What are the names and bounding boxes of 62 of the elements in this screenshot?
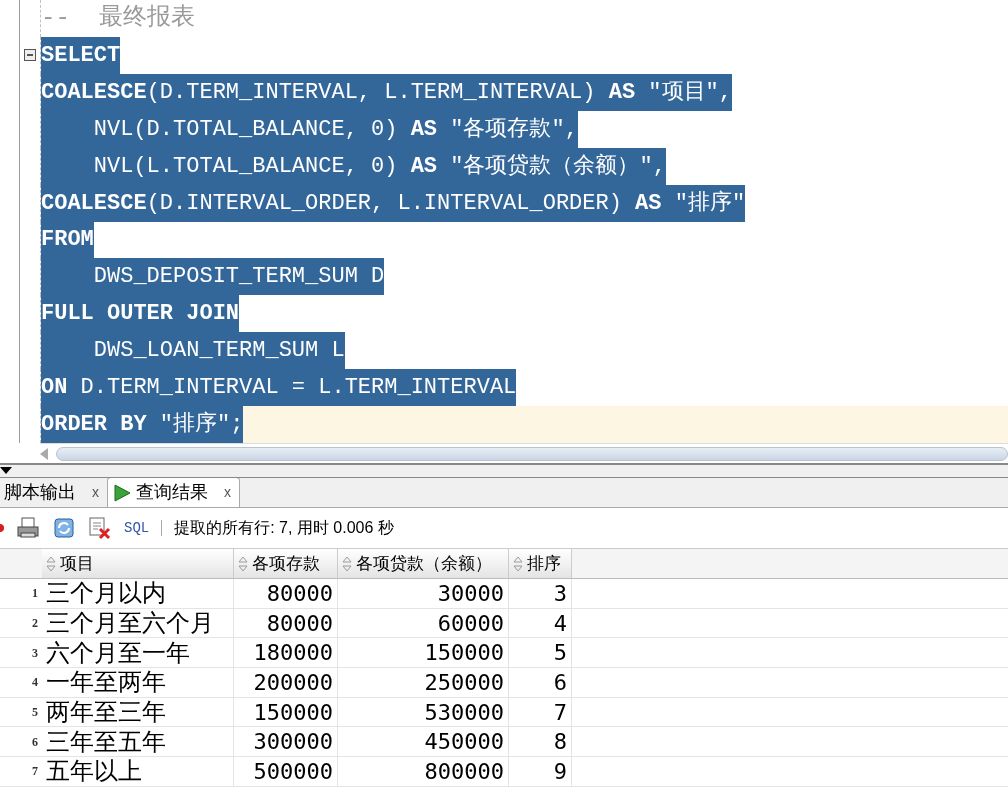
horizontal-scrollbar[interactable] bbox=[56, 446, 1008, 461]
table-cell: 60000 bbox=[338, 608, 509, 638]
delete-icon[interactable] bbox=[88, 516, 112, 540]
table-cell: 9 bbox=[509, 757, 572, 786]
table-cell: 200000 bbox=[234, 668, 338, 697]
table-cell: 150000 bbox=[234, 697, 338, 727]
column-title: 各项贷款（余额） bbox=[356, 552, 492, 575]
row-number: 5 bbox=[31, 704, 39, 722]
table-cell: 80000 bbox=[234, 608, 338, 638]
sql-button[interactable]: SQL bbox=[124, 517, 150, 539]
table-cell: 两年至三年 bbox=[42, 697, 234, 727]
table-cell: 五年以上 bbox=[42, 757, 234, 786]
table-cell: 一年至两年 bbox=[42, 668, 234, 697]
table-cell: 7 bbox=[509, 697, 572, 727]
column-header[interactable]: 各项存款 bbox=[234, 549, 338, 578]
column-title: 项目 bbox=[60, 552, 94, 575]
play-icon bbox=[112, 482, 132, 503]
row-number: 2 bbox=[31, 615, 39, 633]
column-title: 排序 bbox=[527, 552, 561, 575]
table-cell: 300000 bbox=[234, 727, 338, 757]
row-number: 6 bbox=[31, 733, 39, 751]
table-cell: 六个月至一年 bbox=[42, 638, 234, 668]
status-text: 提取的所有行: 7, 用时 0.006 秒 bbox=[174, 518, 394, 538]
pin-icon[interactable] bbox=[0, 524, 4, 532]
row-number: 3 bbox=[31, 644, 39, 662]
close-tab-button[interactable]: x bbox=[88, 481, 103, 503]
table-cell: 4 bbox=[509, 608, 572, 638]
table-cell: 6 bbox=[509, 668, 572, 697]
table-cell: 三个月至六个月 bbox=[42, 608, 234, 638]
row-number: 4 bbox=[31, 674, 39, 692]
table-cell: 180000 bbox=[234, 638, 338, 668]
table-cell: 三年至五年 bbox=[42, 727, 234, 757]
row-number: 7 bbox=[31, 763, 39, 781]
table-cell: 530000 bbox=[338, 697, 509, 727]
table-cell: 800000 bbox=[338, 757, 509, 786]
sort-icon bbox=[513, 555, 523, 572]
table-cell: 450000 bbox=[338, 727, 509, 757]
table-cell: 80000 bbox=[234, 579, 338, 608]
code-comment: -- 最终报表 bbox=[41, 3, 195, 34]
close-tab-button[interactable]: x bbox=[220, 482, 235, 503]
collapse-icon[interactable] bbox=[24, 49, 36, 62]
table-cell: 150000 bbox=[338, 638, 509, 668]
printer-icon[interactable] bbox=[16, 516, 40, 540]
sort-icon bbox=[46, 555, 56, 572]
refresh-icon[interactable] bbox=[52, 516, 76, 540]
table-cell: 500000 bbox=[234, 757, 338, 786]
sort-icon bbox=[342, 555, 352, 572]
table-cell: 30000 bbox=[338, 579, 509, 608]
table-cell: 5 bbox=[509, 638, 572, 668]
row-number: 1 bbox=[31, 585, 39, 603]
table-cell: 250000 bbox=[338, 668, 509, 697]
table-cell: 三个月以内 bbox=[42, 579, 234, 608]
tab-label: 查询结果 bbox=[136, 481, 208, 504]
column-header[interactable]: 项目 bbox=[42, 549, 234, 578]
column-title: 各项存款 bbox=[252, 552, 320, 575]
column-header[interactable]: 各项贷款（余额） bbox=[338, 549, 509, 578]
column-header[interactable]: 排序 bbox=[509, 549, 572, 578]
sort-icon bbox=[238, 555, 248, 572]
result-tab[interactable]: 查询结果 x bbox=[107, 477, 240, 507]
table-cell: 8 bbox=[509, 727, 572, 757]
table-cell: 3 bbox=[509, 579, 572, 608]
tab-label: 脚本输出 bbox=[4, 480, 76, 504]
